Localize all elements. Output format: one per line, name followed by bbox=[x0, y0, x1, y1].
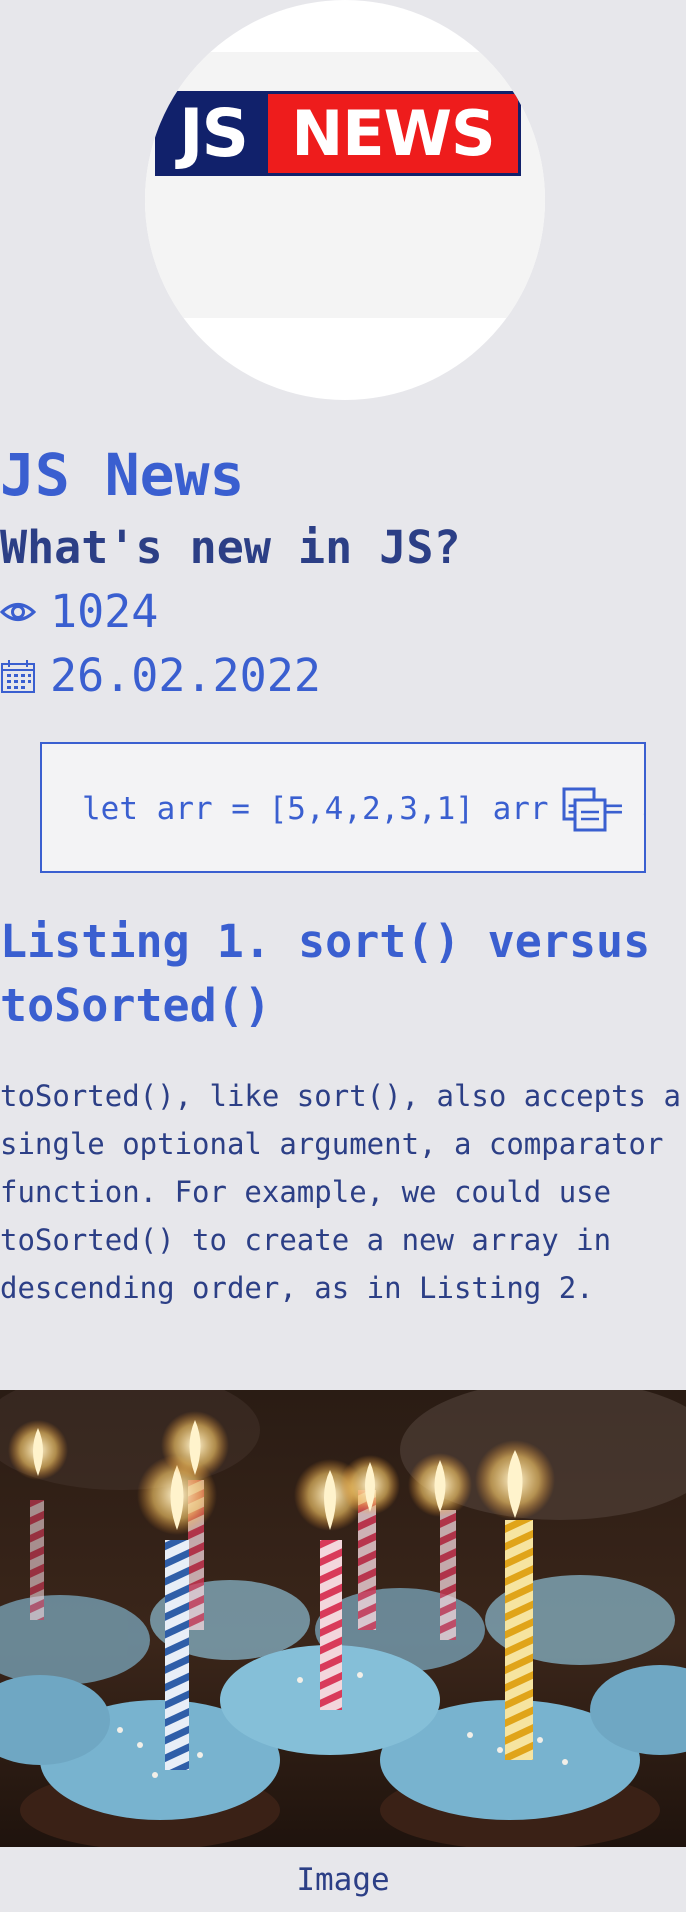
logo-wordmark: JS NEWS bbox=[155, 91, 521, 176]
copy-icon[interactable] bbox=[561, 786, 609, 834]
birthday-cupcakes-image bbox=[0, 1390, 686, 1847]
views-row: 1024 bbox=[0, 580, 158, 644]
article-paragraph: toSorted(), like sort(), also accepts a … bbox=[0, 1079, 681, 1305]
article-page: JS NEWS JS News What's new in JS? 1024 2… bbox=[0, 0, 686, 1912]
site-title: JS News bbox=[0, 441, 245, 509]
calendar-icon bbox=[0, 658, 50, 694]
listing-heading: Listing 1. sort() versus toSorted() bbox=[0, 915, 651, 1032]
image-caption: Image bbox=[296, 1862, 390, 1898]
site-logo: JS NEWS bbox=[145, 0, 545, 400]
date-row: 26.02.2022 bbox=[0, 644, 321, 708]
publish-date: 26.02.2022 bbox=[50, 649, 321, 702]
page-subtitle: What's new in JS? bbox=[0, 521, 461, 574]
logo-news-text: NEWS bbox=[268, 94, 518, 173]
eye-icon bbox=[0, 599, 50, 625]
logo-js-text: JS bbox=[178, 95, 249, 172]
code-block: let arr = [5,4,2,3,1] arr === arr.sort()… bbox=[40, 742, 646, 873]
views-count: 1024 bbox=[50, 585, 159, 638]
